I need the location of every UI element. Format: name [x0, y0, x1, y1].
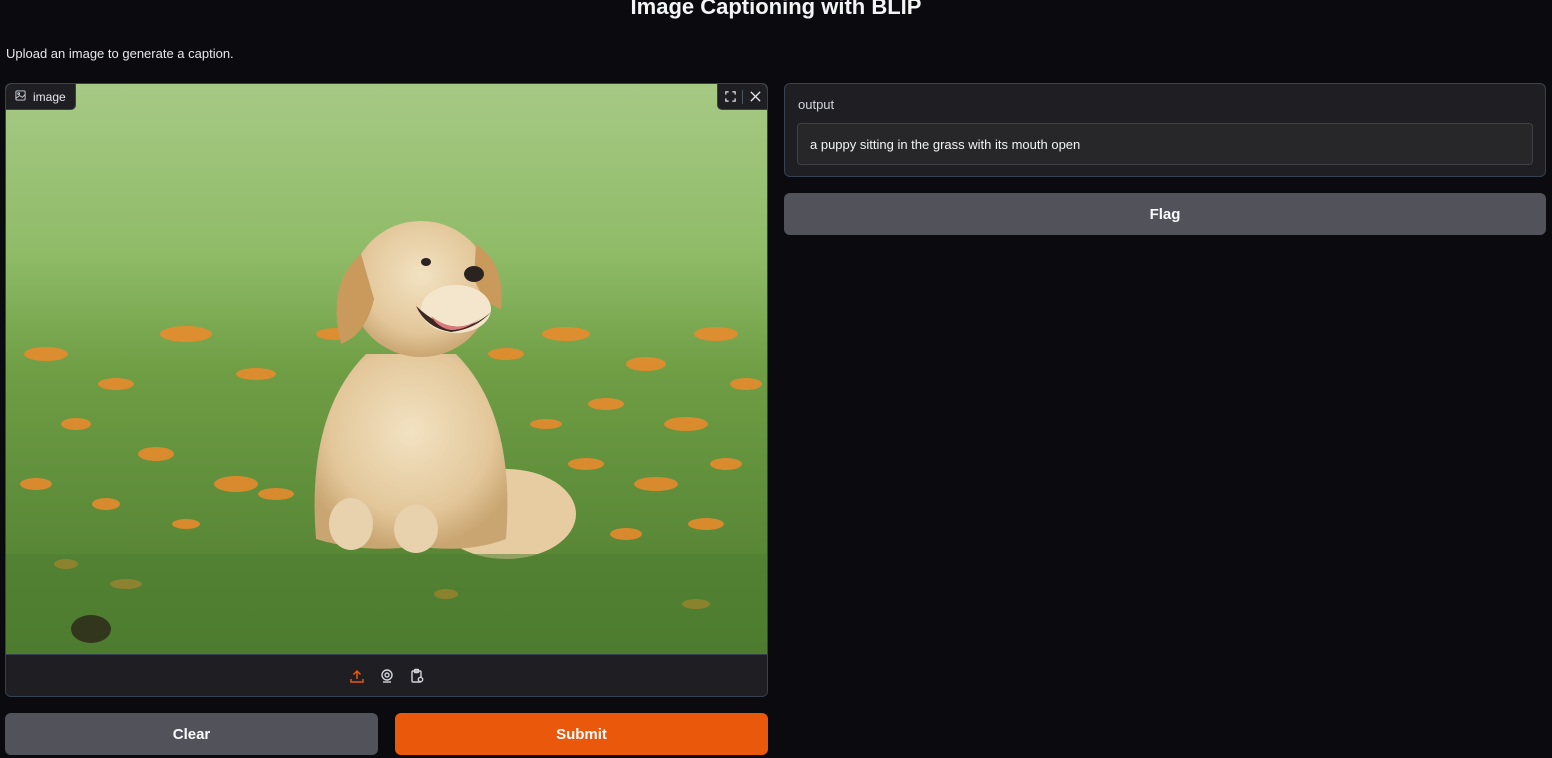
- page-description: Upload an image to generate a caption.: [6, 46, 234, 61]
- fullscreen-icon[interactable]: [718, 84, 742, 110]
- submit-button[interactable]: Submit: [395, 713, 768, 755]
- image-icon: [15, 89, 26, 104]
- image-actions: [717, 84, 767, 110]
- uploaded-image-preview: [6, 84, 767, 654]
- flag-button[interactable]: Flag: [784, 193, 1546, 235]
- image-input-panel[interactable]: image: [5, 83, 768, 697]
- output-textbox[interactable]: a puppy sitting in the grass with its mo…: [797, 123, 1533, 165]
- close-icon[interactable]: [743, 84, 767, 110]
- image-source-bar: [6, 654, 767, 696]
- upload-icon[interactable]: [348, 667, 366, 685]
- webcam-icon[interactable]: [378, 667, 396, 685]
- page-title: Image Captioning with BLIP: [630, 0, 922, 19]
- clear-button[interactable]: Clear: [5, 713, 378, 755]
- image-input-label: image: [6, 84, 76, 110]
- clipboard-icon[interactable]: [408, 667, 426, 685]
- image-input-label-text: image: [33, 89, 66, 104]
- output-label: output: [798, 97, 835, 112]
- output-panel: output a puppy sitting in the grass with…: [784, 83, 1546, 177]
